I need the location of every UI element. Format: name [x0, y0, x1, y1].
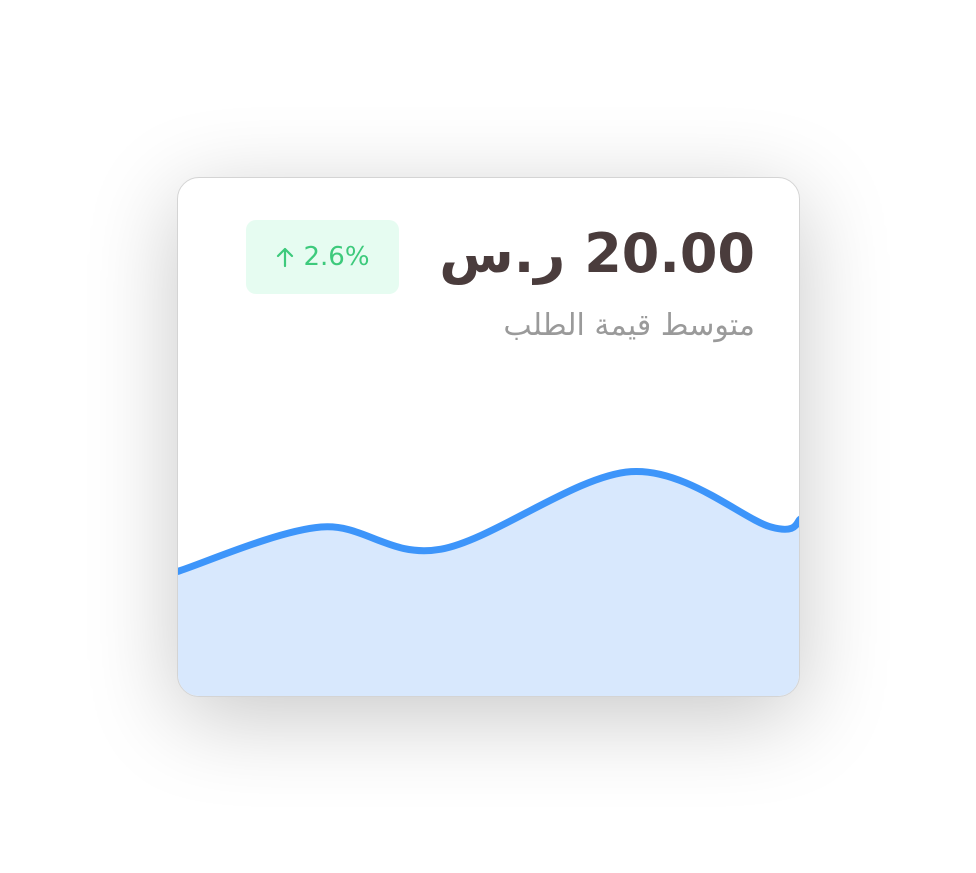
metric-value: 20.00 ر.س — [439, 222, 755, 285]
metric-label: متوسط قيمة الطلب — [503, 308, 755, 343]
change-percent: 2.6% — [303, 242, 370, 272]
arrow-up-icon — [277, 247, 294, 268]
average-order-value-card: 2.6% 20.00 ر.س متوسط قيمة الطلب — [177, 177, 800, 697]
chart-area-fill — [178, 471, 799, 696]
change-badge: 2.6% — [246, 220, 399, 294]
